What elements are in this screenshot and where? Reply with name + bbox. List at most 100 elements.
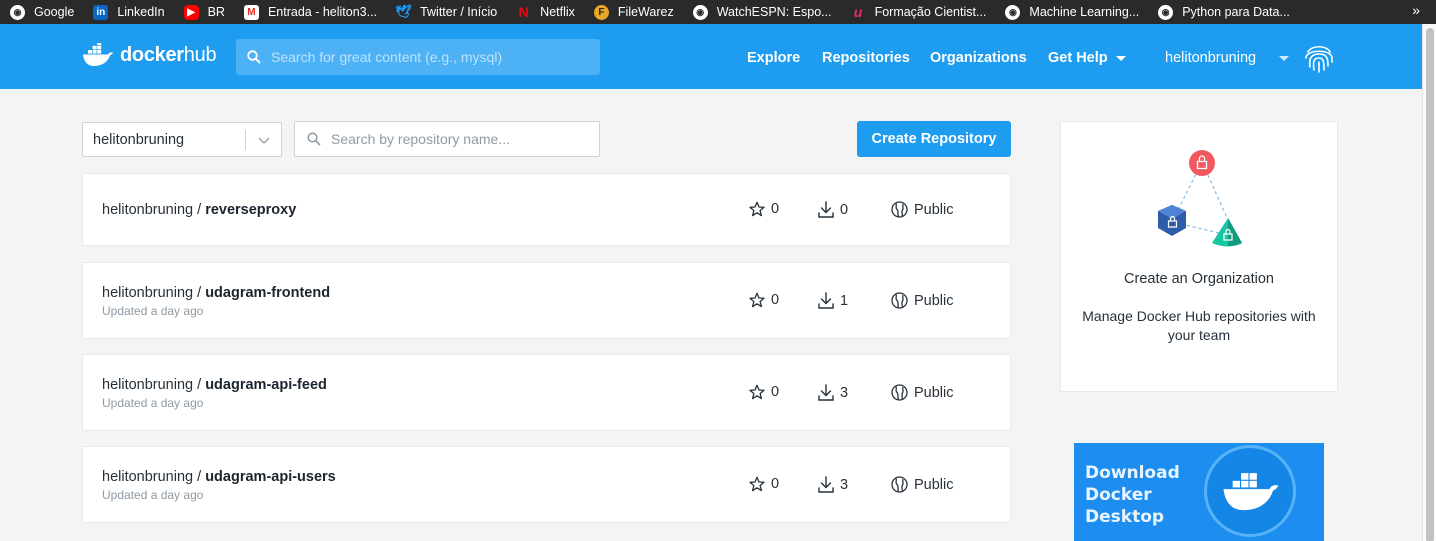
- banner-logo-circle: [1204, 445, 1296, 537]
- repository-search-input[interactable]: [331, 131, 591, 147]
- repository-card[interactable]: helitonbruning / udagram-frontend Update…: [82, 262, 1011, 339]
- globe-icon: ◉: [1005, 4, 1021, 20]
- search-icon: [307, 132, 321, 146]
- scrollbar-thumb[interactable]: [1426, 28, 1434, 541]
- visibility-status: Public: [891, 292, 954, 309]
- logo-text-docker: docker: [120, 43, 184, 66]
- docker-whale-icon: [1223, 473, 1279, 511]
- bookmark-netflix[interactable]: N Netflix: [516, 4, 575, 20]
- visibility-label: Public: [914, 201, 954, 218]
- dockerhub-logo[interactable]: dockerhub: [82, 43, 217, 67]
- bookmark-label: Entrada - heliton3...: [267, 5, 378, 19]
- repository-search[interactable]: [294, 121, 600, 157]
- bookmark-linkedin[interactable]: in LinkedIn: [93, 4, 165, 20]
- repository-title: helitonbruning / reverseproxy: [102, 202, 296, 218]
- nav-get-help[interactable]: Get Help: [1048, 50, 1126, 66]
- repository-title: helitonbruning / udagram-api-users: [102, 469, 336, 485]
- star-count-value: 0: [771, 384, 780, 400]
- docker-whale-icon: [83, 43, 113, 66]
- globe-icon: ◉: [1158, 4, 1174, 20]
- org-panel-title: Create an Organization: [1124, 271, 1274, 287]
- caret-down-icon: [1115, 55, 1126, 61]
- org-panel-description: Manage Docker Hub repositories with your…: [1082, 308, 1316, 343]
- linkedin-icon: in: [93, 4, 109, 20]
- bookmark-label: WatchESPN: Espo...: [716, 5, 832, 19]
- banner-line-3: Desktop: [1085, 507, 1165, 527]
- fingerprint-avatar-icon[interactable]: [1302, 40, 1336, 74]
- global-search-input[interactable]: [271, 49, 591, 65]
- chevron-down-icon: [258, 137, 270, 145]
- bookmark-formacao[interactable]: u Formação Cientist...: [851, 4, 987, 20]
- star-icon: [749, 384, 765, 400]
- youtube-icon: ▶: [183, 4, 199, 20]
- netflix-icon: N: [518, 4, 529, 20]
- pull-count: 3: [818, 476, 848, 493]
- bookmark-label: Machine Learning...: [1029, 5, 1140, 19]
- bookmark-gmail[interactable]: M Entrada - heliton3...: [243, 4, 378, 20]
- repository-owner: helitonbruning /: [102, 202, 202, 218]
- page-scrollbar[interactable]: [1422, 24, 1436, 541]
- star-count-value: 0: [771, 476, 780, 492]
- star-icon: [749, 201, 765, 217]
- repository-card[interactable]: helitonbruning / reverseproxy 0 0 Public: [82, 173, 1011, 246]
- bookmarks-more-button[interactable]: »: [1412, 2, 1420, 18]
- star-icon: [749, 292, 765, 308]
- bookmark-machine-learning[interactable]: ◉ Machine Learning...: [1005, 4, 1140, 20]
- visibility-status: Public: [891, 384, 954, 401]
- bookmark-label: LinkedIn: [117, 5, 165, 19]
- bookmark-label: Google: [34, 5, 75, 19]
- globe-icon: ◉: [692, 4, 708, 20]
- nav-organizations[interactable]: Organizations: [930, 50, 1027, 66]
- twitter-icon: 🕊: [395, 4, 412, 19]
- repository-title: helitonbruning / udagram-frontend: [102, 285, 330, 301]
- repository-owner: helitonbruning /: [102, 285, 202, 301]
- create-organization-panel[interactable]: Create an Organization Manage Docker Hub…: [1060, 121, 1338, 392]
- repository-name: udagram-api-users: [205, 469, 336, 485]
- visibility-status: Public: [891, 201, 954, 218]
- bookmark-label: Netflix: [540, 5, 575, 19]
- caret-down-icon[interactable]: [1279, 56, 1289, 61]
- nav-repositories[interactable]: Repositories: [822, 50, 910, 66]
- user-menu[interactable]: helitonbruning: [1165, 50, 1256, 66]
- repository-name: udagram-frontend: [205, 285, 331, 301]
- pull-count-value: 1: [840, 292, 849, 309]
- repository-owner: helitonbruning /: [102, 469, 202, 485]
- download-docker-desktop-banner[interactable]: Download Docker Desktop: [1074, 443, 1324, 541]
- udemy-icon: u: [853, 4, 863, 20]
- nav-explore[interactable]: Explore: [747, 50, 800, 66]
- repository-card[interactable]: helitonbruning / udagram-api-feed Update…: [82, 354, 1011, 431]
- repository-card[interactable]: helitonbruning / udagram-api-users Updat…: [82, 446, 1011, 523]
- global-search[interactable]: [236, 39, 600, 75]
- download-icon: [818, 292, 834, 309]
- create-repository-button[interactable]: Create Repository: [857, 121, 1011, 157]
- visibility-status: Public: [891, 476, 954, 493]
- repository-owner: helitonbruning /: [102, 377, 202, 393]
- bookmark-label: FileWarez: [617, 5, 674, 19]
- organization-illustration: [1158, 150, 1242, 247]
- bookmark-label: Formação Cientist...: [874, 5, 987, 19]
- star-icon: [749, 476, 765, 492]
- repository-updated: Updated a day ago: [102, 396, 204, 410]
- star-count: 0: [749, 201, 779, 217]
- visibility-label: Public: [914, 476, 954, 493]
- repository-title: helitonbruning / udagram-api-feed: [102, 377, 327, 393]
- repository-updated: Updated a day ago: [102, 488, 204, 502]
- bookmark-python[interactable]: ◉ Python para Data...: [1158, 4, 1290, 20]
- bookmark-watchespn[interactable]: ◉ WatchESPN: Espo...: [692, 4, 832, 20]
- globe-public-icon: [891, 292, 908, 309]
- bookmark-google[interactable]: ◉ Google: [10, 4, 75, 20]
- download-icon: [818, 384, 834, 401]
- bookmark-twitter[interactable]: 🕊 Twitter / Início: [395, 4, 497, 20]
- bookmarks-bar: ◉ Google in LinkedIn ▶ BR M Entrada - helito…: [0, 0, 1436, 24]
- top-navbar: dockerhub Explore Repositories Organizat…: [0, 24, 1422, 89]
- bookmark-br[interactable]: ▶ BR: [183, 4, 225, 20]
- repository-name: reverseproxy: [205, 202, 297, 218]
- logo-text: dockerhub: [120, 43, 217, 67]
- visibility-label: Public: [914, 292, 954, 309]
- pull-count-value: 3: [840, 384, 849, 401]
- bookmark-filewarez[interactable]: F FileWarez: [593, 4, 674, 20]
- globe-public-icon: [891, 384, 908, 401]
- namespace-select[interactable]: helitonbruning: [82, 122, 282, 157]
- gmail-icon: M: [243, 4, 259, 20]
- repository-name: udagram-api-feed: [205, 377, 327, 393]
